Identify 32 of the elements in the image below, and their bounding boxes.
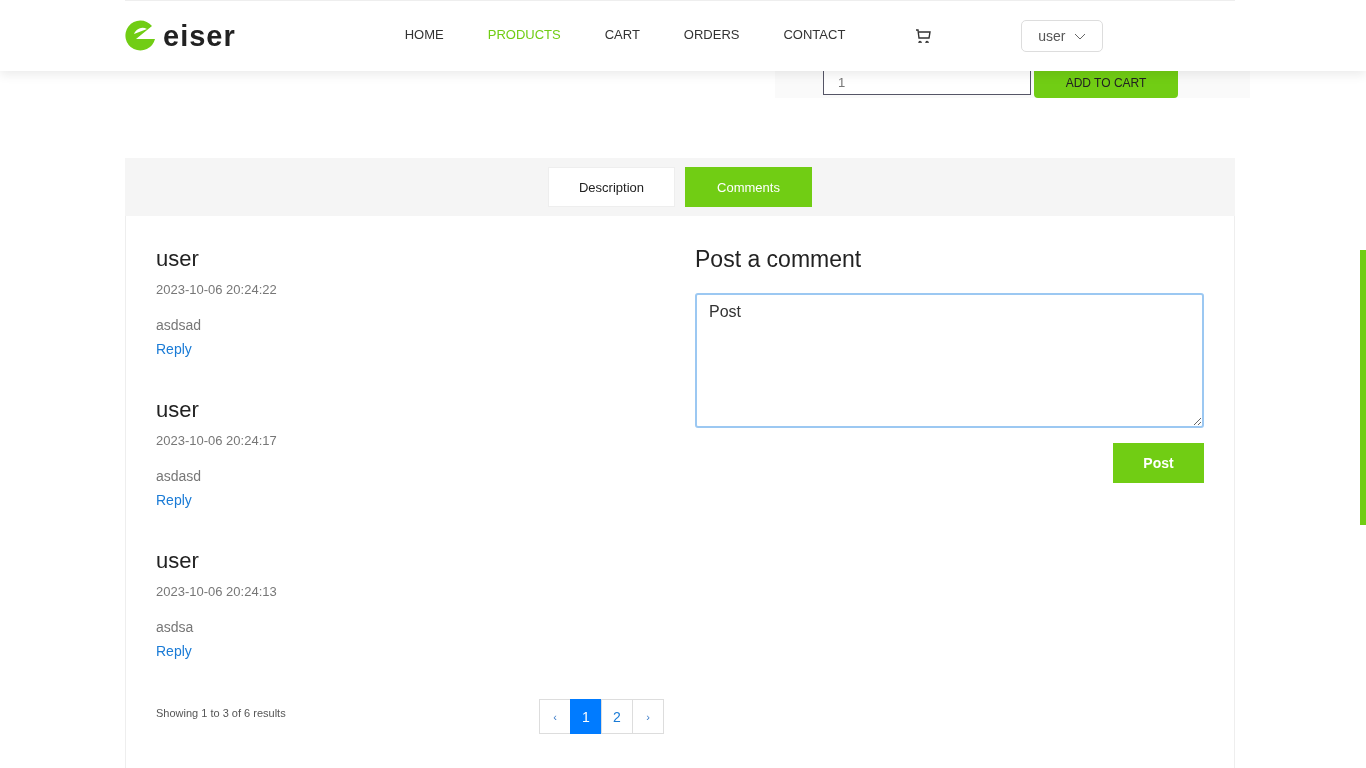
tab[interactable]: Description <box>548 167 675 207</box>
comment-text: asdsa <box>156 619 195 635</box>
reply-link[interactable]: Reply <box>156 492 192 508</box>
comment-date: 2023-10-06 20:24:22 <box>156 282 278 297</box>
comment-date: 2023-10-06 20:24:17 <box>156 433 278 448</box>
comment-author: user <box>156 397 200 423</box>
comment-text: asdsad <box>156 317 203 333</box>
results-summary: Showing 1 to 3 of 6 results <box>156 707 287 719</box>
nav-link[interactable]: HOME <box>382 26 466 42</box>
add-to-cart-button[interactable]: ADD TO CART <box>1034 71 1178 98</box>
comment-author: user <box>156 246 200 272</box>
user-menu[interactable]: user <box>1021 20 1104 52</box>
nav-link[interactable]: CONTACT <box>761 26 868 42</box>
form-title: Post a comment <box>695 246 863 273</box>
comment-field[interactable]: Post <box>695 293 1204 428</box>
quantity-field[interactable]: 1 <box>823 71 1031 95</box>
logo-text: eiser <box>163 19 236 53</box>
comment-author: user <box>156 548 200 574</box>
nav-link[interactable]: ORDERS <box>661 26 762 42</box>
cart-icon[interactable] <box>915 29 932 43</box>
page-button[interactable]: 1 <box>570 699 602 734</box>
comment-date: 2023-10-06 20:24:13 <box>156 584 278 599</box>
logo-icon <box>125 19 157 53</box>
nav-link[interactable]: CART <box>582 26 662 42</box>
reply-link[interactable]: Reply <box>156 341 192 357</box>
scrollbar-thumb[interactable] <box>1360 250 1366 525</box>
page-button[interactable]: 2 <box>601 699 633 734</box>
chevron-icon <box>1074 32 1087 40</box>
reply-link[interactable]: Reply <box>156 643 192 659</box>
comment-text: asdasd <box>156 468 203 484</box>
previous-page-button[interactable]: ‹ <box>539 699 571 734</box>
next-page-button[interactable]: › <box>632 699 664 734</box>
